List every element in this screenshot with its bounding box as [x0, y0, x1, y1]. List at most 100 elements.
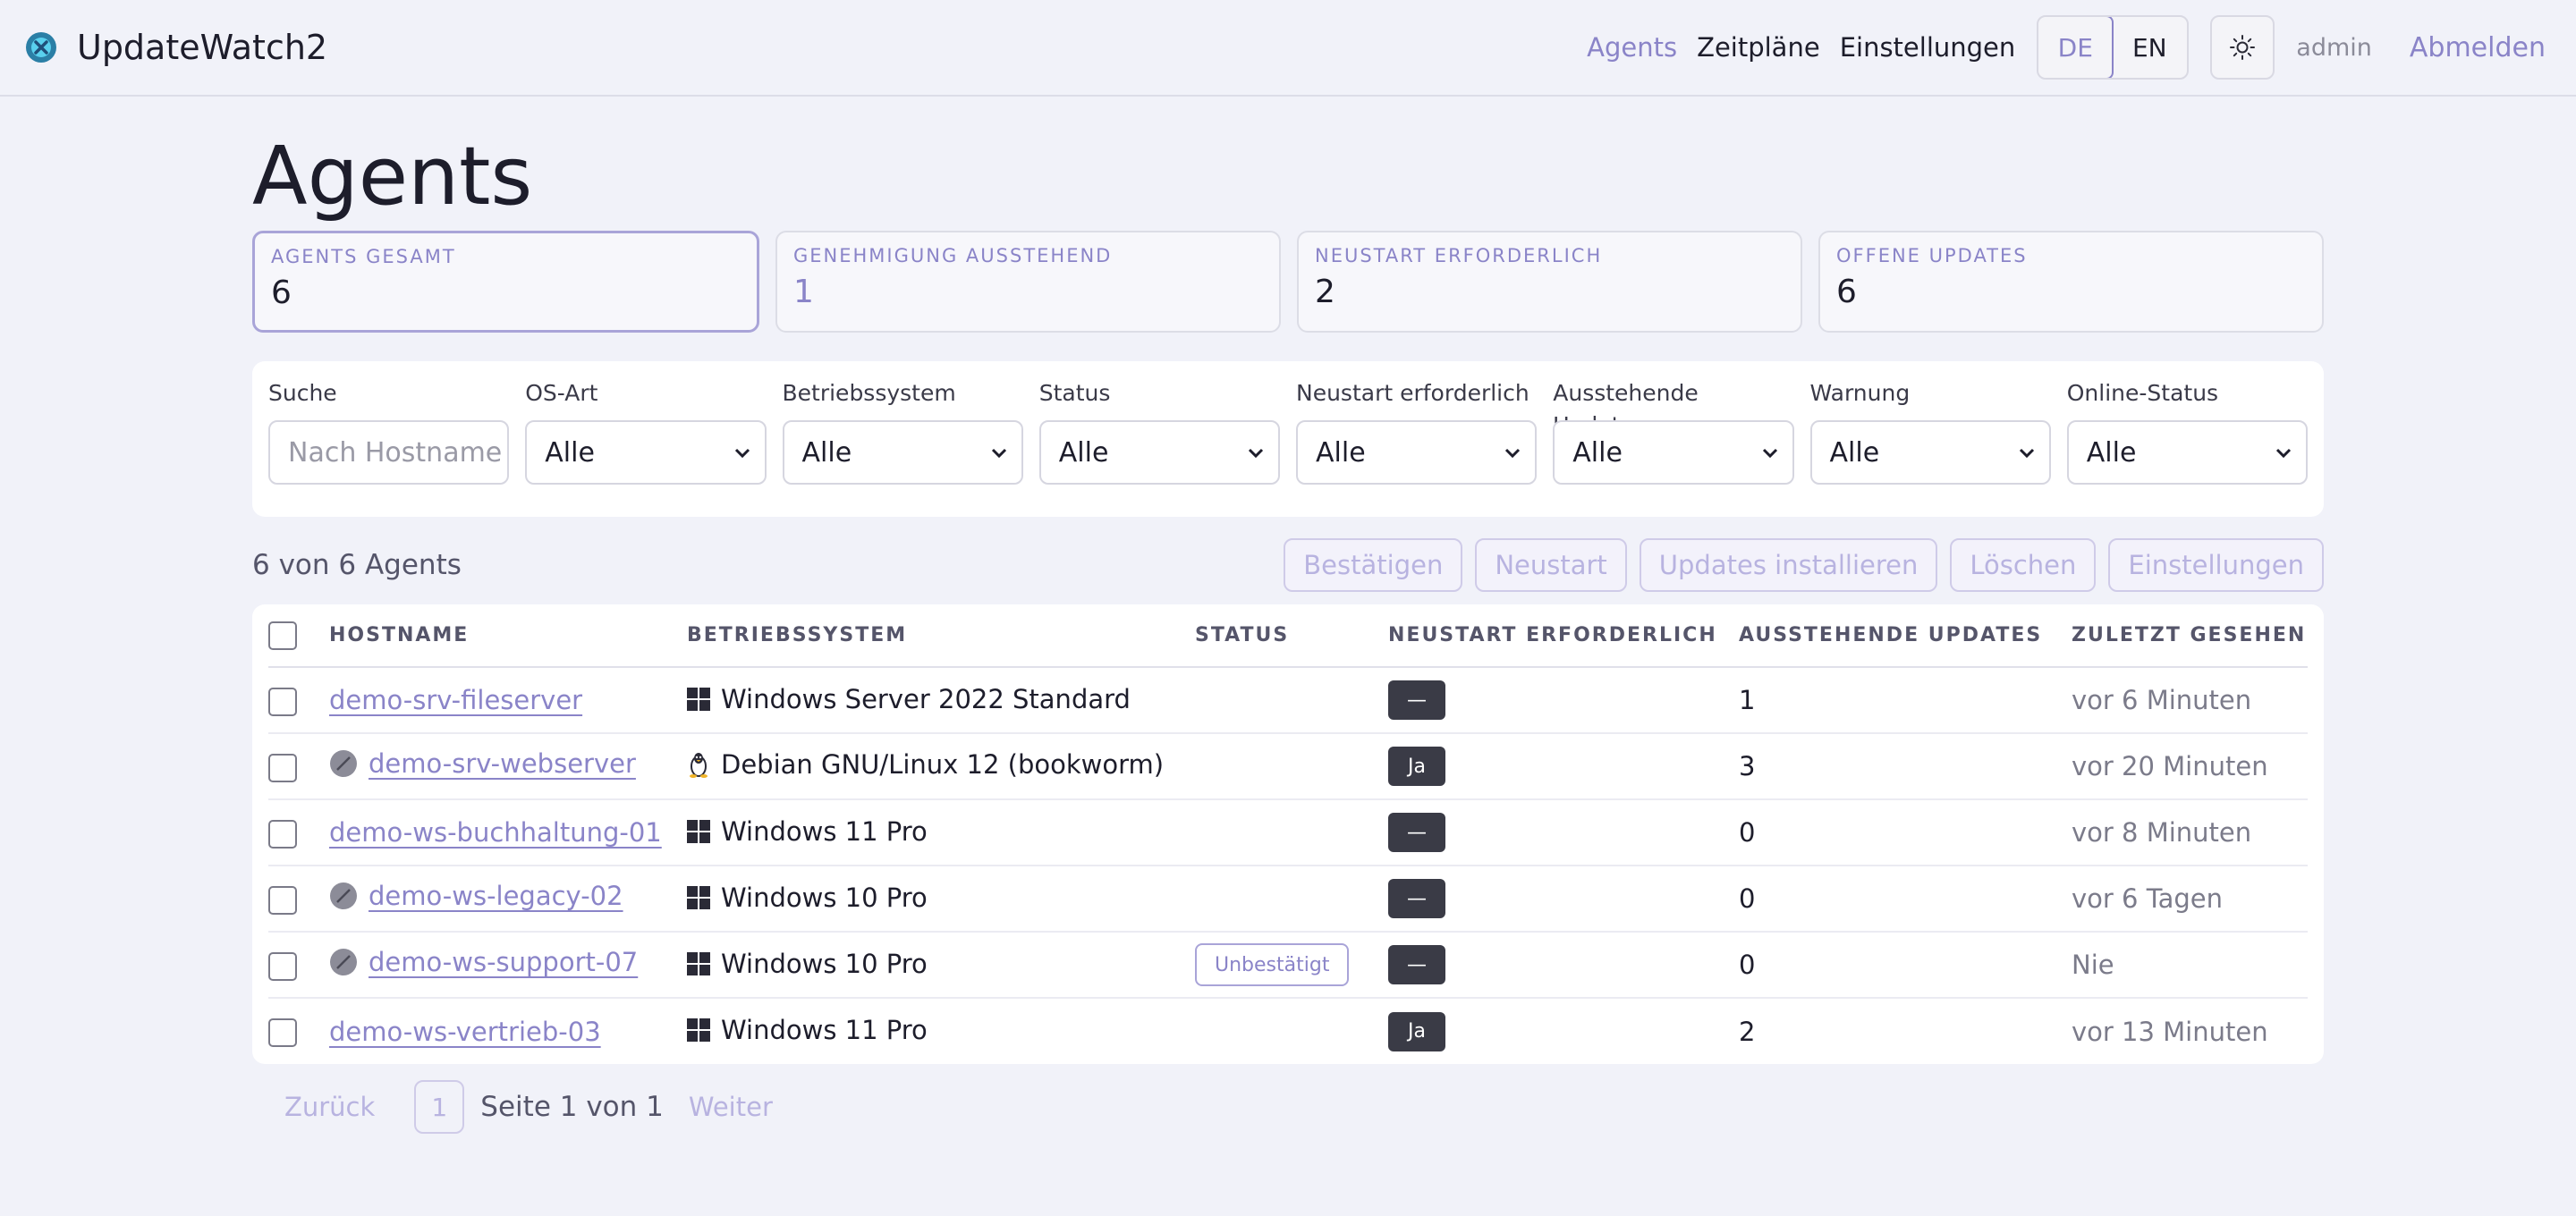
stat-label: Neustart erforderlich [1315, 245, 1603, 266]
filter-label: Online-Status [2066, 380, 2219, 406]
hostname-link[interactable]: demo-srv-fileserver [329, 685, 582, 715]
reboot-cell: — [1388, 667, 1739, 734]
page-info: Seite 1 von 1 [480, 1091, 664, 1123]
chevron-down-icon [2019, 448, 2034, 459]
install-updates-button[interactable]: Updates installieren [1639, 538, 1938, 592]
os-cell: Debian GNU/Linux 12 (bookworm) [687, 733, 1195, 800]
nav-link-agents[interactable]: Agents [1587, 32, 1677, 63]
row-checkbox[interactable] [268, 819, 297, 849]
reboot-badge: — [1388, 680, 1445, 720]
row-checkbox[interactable] [268, 885, 297, 915]
reboot-badge: — [1388, 813, 1445, 852]
filter-pending-updates: Ausstehende Updates Alle [1553, 377, 1794, 501]
stat-card-open-updates[interactable]: Offene Updates 6 [1818, 231, 2324, 333]
hostname-link[interactable]: demo-ws-legacy-02 [369, 881, 623, 911]
row-select-cell [268, 998, 329, 1064]
col-header-reboot[interactable]: Neustart erforderlich [1388, 604, 1739, 668]
filter-reboot: Neustart erforderlich Alle [1296, 377, 1538, 501]
brand[interactable]: UpdateWatch2 [25, 28, 327, 67]
theme-toggle-button[interactable] [2210, 15, 2275, 80]
os-select[interactable]: Alle [782, 420, 1023, 485]
hostname-link[interactable]: demo-ws-buchhaltung-01 [329, 817, 662, 848]
select-value: Alle [1316, 436, 1366, 469]
search-input[interactable]: Nach Hostname f [268, 420, 510, 485]
select-value: Alle [801, 436, 852, 469]
chevron-down-icon [2275, 448, 2292, 459]
header-select-all [268, 604, 329, 668]
select-all-checkbox[interactable] [268, 621, 297, 650]
col-header-hostname[interactable]: Hostname [329, 604, 687, 668]
table-row[interactable]: demo-ws-legacy-02 Windows 10 Pro — 0 vor 6 T… [268, 866, 2308, 933]
lang-en-button[interactable]: EN [2112, 17, 2187, 78]
filter-status: Status Alle [1038, 377, 1280, 501]
stat-card-total[interactable]: Agents gesamt 6 [252, 231, 759, 333]
nav-link-schedules[interactable]: Zeitpläne [1697, 32, 1820, 63]
select-value: Alle [1829, 436, 1880, 469]
reboot-select[interactable]: Alle [1296, 420, 1538, 485]
stat-value: 6 [1836, 274, 1857, 310]
stat-value: 6 [271, 274, 292, 311]
os-name: Windows 11 Pro [721, 1015, 928, 1045]
agents-table: Hostname Betriebssystem Status Neustart … [268, 604, 2308, 1064]
logout-link[interactable]: Abmelden [2410, 32, 2546, 63]
warning-select[interactable]: Alle [1809, 420, 2051, 485]
agents-table-card: Hostname Betriebssystem Status Neustart … [252, 604, 2324, 1064]
chevron-down-icon [1248, 448, 1264, 459]
table-row[interactable]: demo-ws-support-07 Windows 10 Pro Unbestät… [268, 932, 2308, 999]
filter-os-type: OS-Art Alle [525, 377, 767, 501]
status-cell [1195, 866, 1388, 933]
nav-link-settings[interactable]: Einstellungen [1840, 32, 2016, 63]
select-value: Alle [1572, 436, 1623, 469]
updates-cell: 0 [1739, 932, 2072, 999]
reboot-button[interactable]: Neustart [1475, 538, 1627, 592]
row-checkbox[interactable] [268, 1018, 297, 1047]
next-page-button[interactable]: Weiter [689, 1092, 773, 1122]
app-name: UpdateWatch2 [77, 28, 328, 67]
hostname-cell: demo-srv-fileserver [329, 667, 687, 734]
table-row[interactable]: demo-ws-vertrieb-03 Windows 11 Pro Ja 2 vor … [268, 998, 2308, 1064]
stat-card-reboot-required[interactable]: Neustart erforderlich 2 [1297, 231, 1802, 333]
os-name: Windows 11 Pro [721, 815, 928, 847]
reboot-cell: Ja [1388, 998, 1739, 1064]
last-seen-cell: vor 6 Minuten [2072, 667, 2308, 734]
os-cell: Windows Server 2022 Standard [687, 667, 1195, 734]
table-row[interactable]: demo-srv-fileserver Windows Server 2022 S… [268, 667, 2308, 734]
row-checkbox[interactable] [268, 687, 297, 716]
lang-de-button[interactable]: DE [2038, 17, 2114, 78]
select-value: Alle [1058, 436, 1109, 469]
filter-label: Status [1038, 380, 1111, 406]
delete-button[interactable]: Löschen [1950, 538, 2097, 592]
status-cell [1195, 733, 1388, 800]
status-cell [1195, 799, 1388, 866]
col-header-status[interactable]: Status [1195, 604, 1388, 668]
table-toolbar: 6 von 6 Agents Bestätigen Neustart Updat… [252, 538, 2324, 592]
page-title: Agents [252, 130, 533, 224]
updates-cell: 0 [1739, 866, 2072, 933]
status-cell [1195, 998, 1388, 1064]
hostname-link[interactable]: demo-ws-support-07 [369, 947, 638, 977]
prev-page-button[interactable]: Zurück [284, 1092, 375, 1122]
table-row[interactable]: demo-ws-buchhaltung-01 Windows 11 Pro — 0 vo… [268, 799, 2308, 866]
settings-button[interactable]: Einstellungen [2108, 538, 2324, 592]
result-count: 6 von 6 Agents [252, 549, 462, 581]
stat-card-pending-approval[interactable]: Genehmigung ausstehend 1 [775, 231, 1281, 333]
table-header-row: Hostname Betriebssystem Status Neustart … [268, 604, 2308, 668]
hostname-link[interactable]: demo-srv-webserver [369, 748, 636, 779]
last-seen-cell: vor 6 Tagen [2072, 866, 2308, 933]
col-header-updates[interactable]: Ausstehende Updates [1739, 604, 2072, 668]
status-select[interactable]: Alle [1038, 420, 1280, 485]
os-name: Debian GNU/Linux 12 (bookworm) [721, 748, 1165, 780]
col-header-os[interactable]: Betriebssystem [687, 604, 1195, 668]
select-value: Alle [545, 436, 595, 469]
confirm-button[interactable]: Bestätigen [1284, 538, 1463, 592]
os-type-select[interactable]: Alle [525, 420, 767, 485]
col-header-last-seen[interactable]: Zuletzt gesehen [2072, 604, 2308, 668]
table-row[interactable]: demo-srv-webserver Debian GNU/Linux 12 (b… [268, 733, 2308, 800]
pending-updates-select[interactable]: Alle [1553, 420, 1794, 485]
hostname-link[interactable]: demo-ws-vertrieb-03 [329, 1017, 601, 1047]
page-number-button[interactable]: 1 [414, 1080, 465, 1134]
reboot-badge: — [1388, 945, 1445, 984]
row-checkbox[interactable] [268, 753, 297, 782]
row-checkbox[interactable] [268, 951, 297, 981]
online-status-select[interactable]: Alle [2066, 420, 2308, 485]
